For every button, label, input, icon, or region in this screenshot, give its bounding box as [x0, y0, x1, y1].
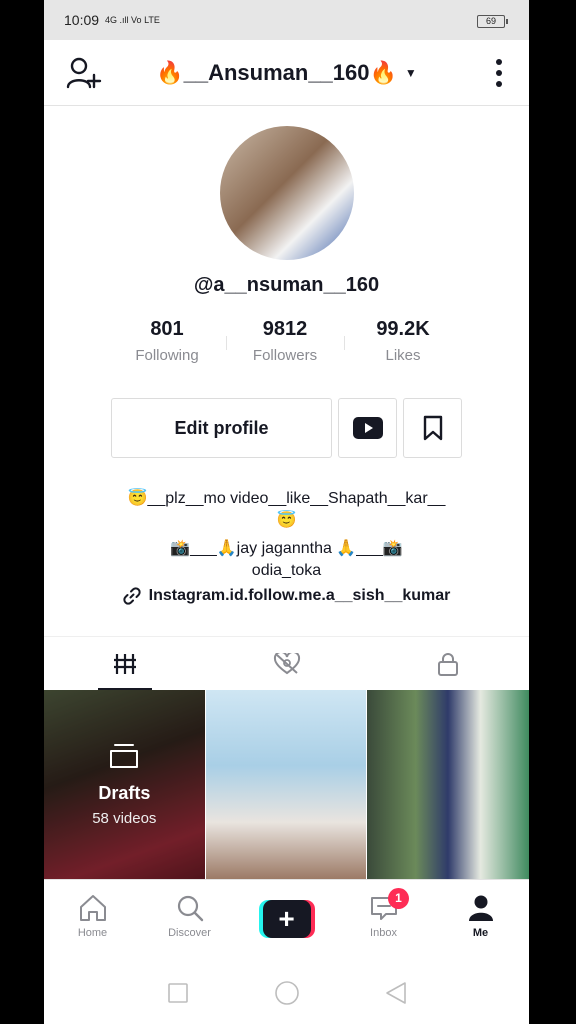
stat-value: 801: [150, 318, 184, 340]
stat-followers[interactable]: 9812 Followers: [226, 318, 344, 364]
profile-tabs: [44, 636, 529, 690]
drafts-count: 58 videos: [92, 809, 157, 827]
video-grid: Drafts 58 videos: [44, 690, 529, 879]
nav-label: Me: [472, 927, 489, 939]
create-button[interactable]: +: [258, 900, 315, 938]
stat-likes[interactable]: 99.2K Likes: [344, 318, 462, 364]
account-switcher[interactable]: 🔥__Ansuman__160🔥 ▼: [156, 60, 417, 86]
add-user-icon[interactable]: [66, 56, 102, 90]
lock-icon: [438, 652, 459, 676]
more-options-icon[interactable]: [495, 58, 503, 88]
youtube-icon: [352, 417, 383, 439]
nav-label: Inbox: [370, 927, 397, 939]
nav-label: Discover: [168, 927, 211, 939]
avatar[interactable]: [220, 126, 354, 260]
edit-profile-button[interactable]: Edit profile: [111, 398, 332, 458]
grid-icon: [113, 653, 136, 674]
stat-label: Following: [135, 347, 199, 364]
drafts-icon: [110, 743, 139, 768]
home-icon: [79, 895, 106, 921]
tab-private[interactable]: [367, 637, 529, 690]
system-nav-bar: [44, 961, 529, 1024]
video-thumbnail[interactable]: [367, 690, 529, 879]
drafts-tile[interactable]: Drafts 58 videos: [44, 690, 205, 879]
stat-value: 9812: [262, 318, 308, 340]
bio-link-text: Instagram.id.follow.me.a__sish__kumar: [148, 587, 451, 604]
stat-following[interactable]: 801 Following: [108, 318, 226, 364]
inbox-badge: 1: [388, 888, 409, 909]
phone-screen: 10:09 4G .ıll Vo LTE 69 🔥__Ansuman__160🔥…: [44, 0, 529, 1024]
search-icon: [177, 895, 203, 922]
profile-icon: [468, 895, 493, 921]
bio-line: odia_toka: [251, 562, 322, 579]
status-bar: 10:09 4G .ıll Vo LTE 69: [44, 0, 529, 40]
profile-bio: 😇__plz__mo video__like__Shapath__kar__ 😇…: [44, 488, 529, 582]
profile-header: 🔥__Ansuman__160🔥 ▼: [44, 40, 529, 106]
back-icon[interactable]: [385, 981, 407, 1005]
stat-value: 99.2K: [376, 318, 430, 340]
bottom-nav: Home Discover + 1 Inbox Me: [44, 879, 529, 961]
profile-stats: 801 Following 9812 Followers 99.2K Likes: [108, 318, 464, 364]
drafts-overlay: Drafts 58 videos: [44, 690, 205, 879]
video-thumbnail[interactable]: [205, 690, 367, 879]
status-time: 10:09: [64, 12, 100, 28]
link-icon: [123, 587, 141, 605]
bio-link[interactable]: Instagram.id.follow.me.a__sish__kumar: [44, 587, 529, 605]
recents-icon[interactable]: [167, 982, 189, 1004]
hidden-heart-icon: [273, 652, 300, 674]
nav-home[interactable]: Home: [44, 880, 141, 961]
bio-line: 📸___🙏jay jaganntha 🙏___📸: [170, 540, 403, 557]
bookmark-icon: [423, 415, 442, 441]
nav-inbox[interactable]: 1 Inbox: [335, 880, 432, 961]
home-circle-icon[interactable]: [274, 980, 300, 1006]
bio-line: 😇: [276, 512, 297, 529]
profile-actions: Edit profile: [111, 398, 462, 458]
nav-label: Home: [77, 927, 108, 939]
stat-label: Followers: [252, 347, 318, 364]
stat-label: Likes: [385, 347, 421, 364]
nav-discover[interactable]: Discover: [141, 880, 238, 961]
username: @a__nsuman__160: [193, 274, 380, 296]
tab-liked[interactable]: [206, 637, 368, 690]
youtube-button[interactable]: [338, 398, 397, 458]
plus-icon: +: [262, 900, 311, 938]
battery-icon: 69: [477, 15, 508, 28]
drafts-label: Drafts: [98, 782, 151, 803]
favorites-button[interactable]: [403, 398, 462, 458]
tab-videos[interactable]: [44, 637, 206, 690]
chevron-down-icon: ▼: [404, 65, 417, 80]
signal-indicator: 4G .ıll Vo LTE: [105, 15, 160, 25]
nav-me[interactable]: Me: [432, 880, 529, 961]
bio-line: 😇__plz__mo video__like__Shapath__kar__: [127, 490, 446, 507]
nav-create[interactable]: +: [238, 880, 335, 961]
page-title: 🔥__Ansuman__160🔥: [156, 59, 397, 85]
